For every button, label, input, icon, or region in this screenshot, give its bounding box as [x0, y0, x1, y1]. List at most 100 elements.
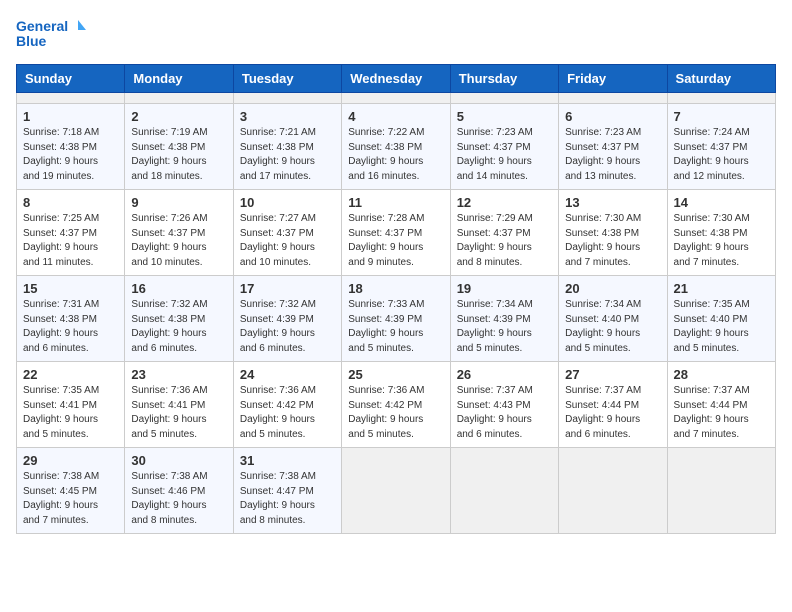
day-number: 13 [565, 195, 660, 210]
day-number: 28 [674, 367, 769, 382]
calendar-cell: 10Sunrise: 7:27 AMSunset: 4:37 PMDayligh… [233, 190, 341, 276]
calendar-cell: 26Sunrise: 7:37 AMSunset: 4:43 PMDayligh… [450, 362, 558, 448]
calendar-cell: 6 Sunrise: 7:23 AMSunset: 4:37 PMDaylight… [559, 104, 667, 190]
day-info: Sunrise: 7:25 AMSunset: 4:37 PMDaylight:… [23, 212, 118, 270]
calendar-cell: 17Sunrise: 7:32 AMSunset: 4:39 PMDayligh… [233, 276, 341, 362]
calendar-cell [342, 448, 450, 534]
day-number: 24 [240, 367, 335, 382]
page-header: General Blue [16, 16, 776, 52]
day-number: 2 [131, 109, 226, 124]
calendar-cell: 5 Sunrise: 7:23 AMSunset: 4:37 PMDaylight… [450, 104, 558, 190]
day-number: 23 [131, 367, 226, 382]
day-info: Sunrise: 7:21 AMSunset: 4:38 PMDaylight:… [240, 126, 335, 184]
calendar-cell: 11 Sunrise: 7:28 AMSunset: 4:37 PMDayligh… [342, 190, 450, 276]
calendar-cell: 24 Sunrise: 7:36 AMSunset: 4:42 PMDayligh… [233, 362, 341, 448]
day-info: Sunrise: 7:37 AMSunset: 4:44 PMDaylight:… [674, 384, 769, 442]
calendar-cell: 19Sunrise: 7:34 AMSunset: 4:39 PMDayligh… [450, 276, 558, 362]
day-number: 11 [348, 195, 443, 210]
day-info: Sunrise: 7:35 AMSunset: 4:41 PMDaylight:… [23, 384, 118, 442]
day-number: 4 [348, 109, 443, 124]
day-info: Sunrise: 7:23 AMSunset: 4:37 PMDaylight:… [457, 126, 552, 184]
day-number: 1 [23, 109, 118, 124]
day-info: Sunrise: 7:36 AMSunset: 4:41 PMDaylight:… [131, 384, 226, 442]
day-number: 16 [131, 281, 226, 296]
day-number: 30 [131, 453, 226, 468]
day-number: 3 [240, 109, 335, 124]
calendar-cell [342, 93, 450, 104]
weekday-header-tuesday: Tuesday [233, 65, 341, 93]
day-number: 19 [457, 281, 552, 296]
day-number: 31 [240, 453, 335, 468]
day-info: Sunrise: 7:35 AMSunset: 4:40 PMDaylight:… [674, 298, 769, 356]
day-info: Sunrise: 7:32 AMSunset: 4:39 PMDaylight:… [240, 298, 335, 356]
calendar-table: SundayMondayTuesdayWednesdayThursdayFrid… [16, 64, 776, 534]
day-number: 20 [565, 281, 660, 296]
calendar-cell: 21 Sunrise: 7:35 AMSunset: 4:40 PMDayligh… [667, 276, 775, 362]
day-number: 10 [240, 195, 335, 210]
calendar-cell: 22 Sunrise: 7:35 AMSunset: 4:41 PMDayligh… [17, 362, 125, 448]
calendar-cell [667, 448, 775, 534]
day-number: 5 [457, 109, 552, 124]
calendar-cell: 15 Sunrise: 7:31 AMSunset: 4:38 PMDayligh… [17, 276, 125, 362]
day-number: 12 [457, 195, 552, 210]
calendar-cell: 12 Sunrise: 7:29 AMSunset: 4:37 PMDayligh… [450, 190, 558, 276]
logo: General Blue [16, 16, 86, 52]
calendar-cell: 16 Sunrise: 7:32 AMSunset: 4:38 PMDayligh… [125, 276, 233, 362]
day-info: Sunrise: 7:26 AMSunset: 4:37 PMDaylight:… [131, 212, 226, 270]
day-number: 22 [23, 367, 118, 382]
day-number: 15 [23, 281, 118, 296]
calendar-cell: 18 Sunrise: 7:33 AMSunset: 4:39 PMDayligh… [342, 276, 450, 362]
day-number: 21 [674, 281, 769, 296]
calendar-cell: 9 Sunrise: 7:26 AMSunset: 4:37 PMDaylight… [125, 190, 233, 276]
svg-text:Blue: Blue [16, 33, 47, 49]
day-info: Sunrise: 7:30 AMSunset: 4:38 PMDaylight:… [565, 212, 660, 270]
calendar-cell: 27 Sunrise: 7:37 AMSunset: 4:44 PMDayligh… [559, 362, 667, 448]
calendar-cell: 23 Sunrise: 7:36 AMSunset: 4:41 PMDayligh… [125, 362, 233, 448]
calendar-cell [559, 448, 667, 534]
day-info: Sunrise: 7:38 AMSunset: 4:47 PMDaylight:… [240, 470, 335, 528]
day-number: 8 [23, 195, 118, 210]
day-info: Sunrise: 7:34 AMSunset: 4:40 PMDaylight:… [565, 298, 660, 356]
calendar-cell [667, 93, 775, 104]
day-number: 6 [565, 109, 660, 124]
day-info: Sunrise: 7:28 AMSunset: 4:37 PMDaylight:… [348, 212, 443, 270]
day-number: 9 [131, 195, 226, 210]
weekday-header-wednesday: Wednesday [342, 65, 450, 93]
day-number: 14 [674, 195, 769, 210]
day-info: Sunrise: 7:38 AMSunset: 4:45 PMDaylight:… [23, 470, 118, 528]
day-number: 29 [23, 453, 118, 468]
calendar-cell: 4 Sunrise: 7:22 AMSunset: 4:38 PMDaylight… [342, 104, 450, 190]
calendar-cell [17, 93, 125, 104]
calendar-cell: 2Sunrise: 7:19 AMSunset: 4:38 PMDaylight… [125, 104, 233, 190]
calendar-cell: 25Sunrise: 7:36 AMSunset: 4:42 PMDayligh… [342, 362, 450, 448]
day-info: Sunrise: 7:36 AMSunset: 4:42 PMDaylight:… [240, 384, 335, 442]
day-info: Sunrise: 7:18 AMSunset: 4:38 PMDaylight:… [23, 126, 118, 184]
calendar-cell [450, 448, 558, 534]
day-info: Sunrise: 7:31 AMSunset: 4:38 PMDaylight:… [23, 298, 118, 356]
day-info: Sunrise: 7:32 AMSunset: 4:38 PMDaylight:… [131, 298, 226, 356]
calendar-cell [125, 93, 233, 104]
calendar-cell [233, 93, 341, 104]
calendar-cell: 13 Sunrise: 7:30 AMSunset: 4:38 PMDayligh… [559, 190, 667, 276]
day-info: Sunrise: 7:33 AMSunset: 4:39 PMDaylight:… [348, 298, 443, 356]
calendar-cell: 14 Sunrise: 7:30 AMSunset: 4:38 PMDayligh… [667, 190, 775, 276]
day-number: 7 [674, 109, 769, 124]
calendar-cell: 28 Sunrise: 7:37 AMSunset: 4:44 PMDayligh… [667, 362, 775, 448]
day-info: Sunrise: 7:30 AMSunset: 4:38 PMDaylight:… [674, 212, 769, 270]
weekday-header-friday: Friday [559, 65, 667, 93]
day-info: Sunrise: 7:23 AMSunset: 4:37 PMDaylight:… [565, 126, 660, 184]
weekday-header-saturday: Saturday [667, 65, 775, 93]
day-info: Sunrise: 7:37 AMSunset: 4:44 PMDaylight:… [565, 384, 660, 442]
day-info: Sunrise: 7:36 AMSunset: 4:42 PMDaylight:… [348, 384, 443, 442]
day-info: Sunrise: 7:29 AMSunset: 4:37 PMDaylight:… [457, 212, 552, 270]
day-number: 18 [348, 281, 443, 296]
weekday-header-sunday: Sunday [17, 65, 125, 93]
calendar-cell: 1 Sunrise: 7:18 AMSunset: 4:38 PMDaylight… [17, 104, 125, 190]
weekday-header-monday: Monday [125, 65, 233, 93]
day-info: Sunrise: 7:24 AMSunset: 4:37 PMDaylight:… [674, 126, 769, 184]
calendar-cell: 3 Sunrise: 7:21 AMSunset: 4:38 PMDaylight… [233, 104, 341, 190]
day-info: Sunrise: 7:37 AMSunset: 4:43 PMDaylight:… [457, 384, 552, 442]
svg-text:General: General [16, 18, 68, 34]
day-number: 27 [565, 367, 660, 382]
day-info: Sunrise: 7:22 AMSunset: 4:38 PMDaylight:… [348, 126, 443, 184]
